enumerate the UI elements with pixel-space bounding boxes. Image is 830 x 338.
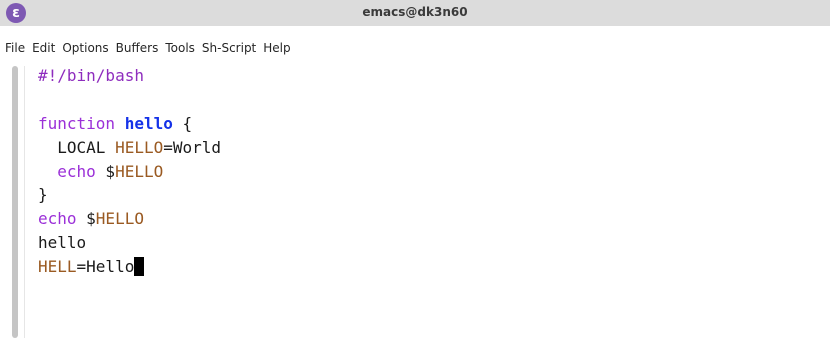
code-token-variable: HELLO (95, 209, 144, 229)
code-line[interactable] (38, 88, 221, 112)
menu-bar: File Edit Options Buffers Tools Sh-Scrip… (0, 35, 830, 61)
code-token-plain: hello (38, 233, 87, 253)
code-token-plain: $ (76, 209, 96, 229)
code-line[interactable]: function hello { (38, 112, 221, 136)
code-token-keyword: function (38, 113, 116, 133)
menu-buffers[interactable]: Buffers (116, 41, 159, 55)
menu-help[interactable]: Help (263, 41, 290, 55)
code-line[interactable]: #!/bin/bash (38, 64, 221, 88)
code-token-plain: } (38, 185, 48, 205)
code-line[interactable]: HELL=Hello (38, 255, 221, 279)
menu-file[interactable]: File (5, 41, 25, 55)
window-title: emacs@dk3n60 (362, 5, 468, 19)
menu-options[interactable]: Options (62, 41, 108, 55)
code-token-variable: HELL (38, 257, 77, 277)
code-line[interactable]: LOCAL HELLO=World (38, 136, 221, 160)
code-line[interactable]: } (38, 183, 221, 207)
code-token-plain: { (172, 113, 193, 133)
scrollbar[interactable] (12, 66, 18, 338)
code-line[interactable]: hello (38, 231, 221, 255)
menu-sh-script[interactable]: Sh-Script (202, 41, 256, 55)
title-bar: ɛ emacs@dk3n60 (0, 0, 830, 26)
code-token-variable: HELLO (115, 137, 164, 157)
code-token-variable: HELLO (115, 161, 164, 181)
code-token-plain: =Hello (76, 257, 135, 277)
code-token-function: hello (124, 113, 173, 133)
editor-buffer[interactable]: #!/bin/bash function hello { LOCAL HELLO=… (38, 64, 221, 279)
code-token-plain: =World (163, 137, 222, 157)
menu-tools[interactable]: Tools (165, 41, 195, 55)
code-token-keyword: echo (38, 209, 77, 229)
code-token-plain: $ (95, 161, 116, 181)
code-line[interactable]: echo $HELLO (38, 160, 221, 184)
code-token-keyword: echo (57, 161, 96, 181)
code-token-comment: #!/bin/bash (38, 66, 144, 85)
code-token-plain: LOCAL (38, 137, 116, 157)
left-fringe (24, 66, 25, 338)
menu-edit[interactable]: Edit (32, 41, 55, 55)
text-cursor (134, 257, 145, 277)
code-line[interactable]: echo $HELLO (38, 207, 221, 231)
